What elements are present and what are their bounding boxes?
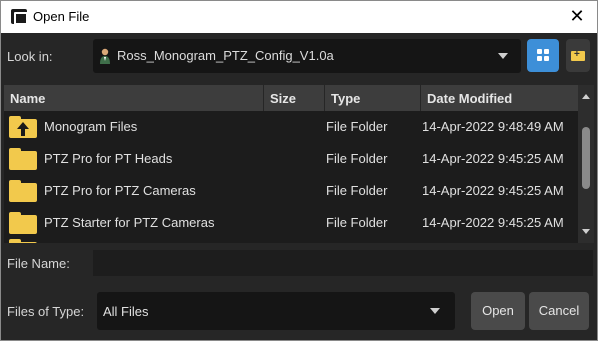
folder-icon <box>9 180 37 202</box>
title-bar: Open File ✕ <box>1 1 597 33</box>
file-name: PTZ Starter for PTZ Cameras <box>44 215 215 230</box>
look-in-label: Look in: <box>7 49 53 64</box>
app-icon <box>11 9 28 25</box>
file-name: Monogram Files <box>44 119 138 134</box>
files-of-type-value: All Files <box>103 304 149 319</box>
open-button[interactable]: Open <box>471 292 525 330</box>
folder-icon <box>9 148 37 170</box>
grid-view-button[interactable] <box>527 39 559 72</box>
close-icon[interactable]: ✕ <box>565 5 589 29</box>
new-folder-button[interactable]: + <box>566 39 590 72</box>
table-row[interactable]: PTZ Pro for PTZ Cameras File Folder 14-A… <box>4 175 578 207</box>
file-name-label: File Name: <box>7 256 70 271</box>
scroll-down-icon[interactable] <box>582 229 590 234</box>
column-header-date-modified[interactable]: Date Modified <box>421 85 578 111</box>
file-date: 14-Apr-2022 9:48:49 AM <box>422 119 564 134</box>
files-of-type-label: Files of Type: <box>7 304 85 319</box>
file-type: File Folder <box>326 119 388 134</box>
vertical-scrollbar[interactable] <box>578 85 594 243</box>
file-type: File Folder <box>326 215 388 230</box>
column-header-size[interactable]: Size <box>264 85 325 111</box>
window-title: Open File <box>33 9 90 24</box>
table-row <box>4 239 578 243</box>
cancel-button[interactable]: Cancel <box>529 292 589 330</box>
look-in-dropdown[interactable]: Ross_Monogram_PTZ_Config_V1.0a <box>93 39 521 73</box>
look-in-value: Ross_Monogram_PTZ_Config_V1.0a <box>117 48 334 63</box>
folder-up-icon <box>9 116 37 138</box>
file-name: PTZ Pro for PT Heads <box>44 151 173 166</box>
file-date: 14-Apr-2022 9:45:25 AM <box>422 151 564 166</box>
person-icon <box>100 48 110 64</box>
chevron-down-icon <box>430 308 440 314</box>
file-name-input[interactable] <box>93 250 593 276</box>
scroll-up-icon[interactable] <box>582 94 590 99</box>
files-of-type-dropdown[interactable]: All Files <box>97 292 455 330</box>
open-file-dialog: Open File ✕ Look in: Ross_Monogram_PTZ_C… <box>0 0 598 341</box>
column-header-name[interactable]: Name <box>4 85 264 111</box>
scrollbar-thumb[interactable] <box>582 127 590 189</box>
column-header-type[interactable]: Type <box>325 85 421 111</box>
file-name: PTZ Pro for PTZ Cameras <box>44 183 196 198</box>
folder-icon <box>9 212 37 234</box>
chevron-down-icon <box>498 53 508 59</box>
grid-view-icon <box>537 49 550 62</box>
file-date: 14-Apr-2022 9:45:25 AM <box>422 215 564 230</box>
table-row[interactable]: PTZ Pro for PT Heads File Folder 14-Apr-… <box>4 143 578 175</box>
file-type: File Folder <box>326 151 388 166</box>
file-list-header: Name Size Type Date Modified <box>4 85 578 111</box>
table-row[interactable]: PTZ Starter for PTZ Cameras File Folder … <box>4 207 578 239</box>
table-row[interactable]: Monogram Files File Folder 14-Apr-2022 9… <box>4 111 578 143</box>
file-list[interactable]: Name Size Type Date Modified Monogram Fi… <box>4 85 594 243</box>
file-date: 14-Apr-2022 9:45:25 AM <box>422 183 564 198</box>
file-type: File Folder <box>326 183 388 198</box>
folder-icon <box>9 239 37 243</box>
